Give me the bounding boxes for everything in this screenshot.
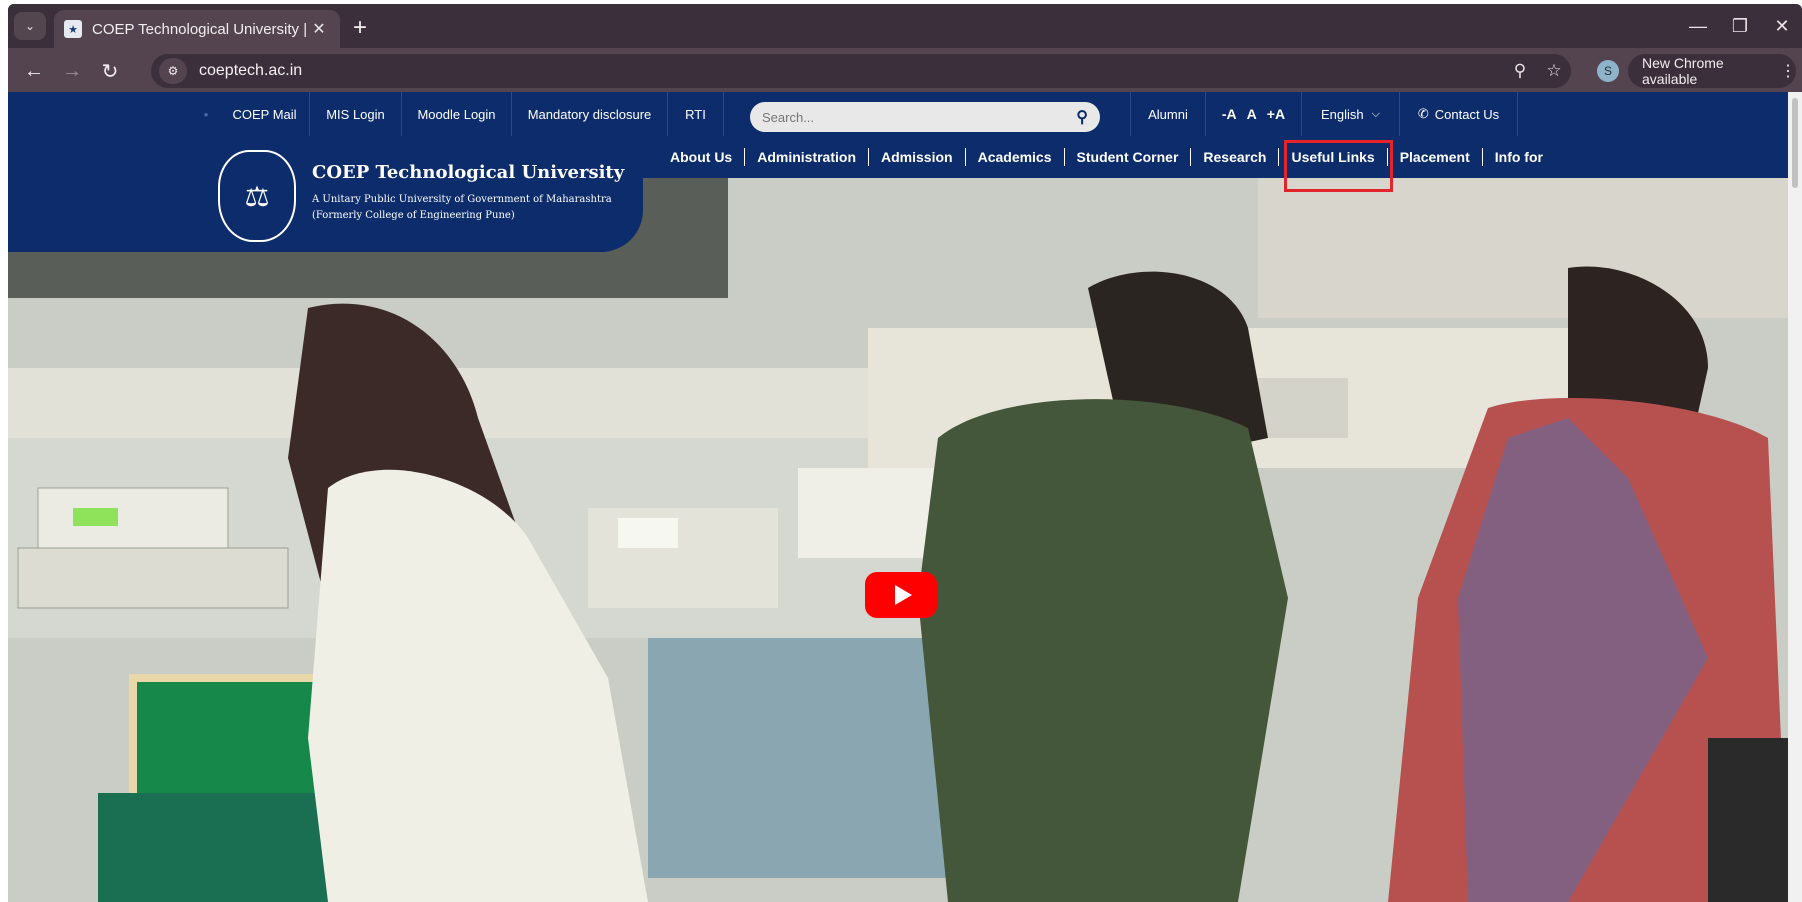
search-icon[interactable]: ⚲: [1076, 107, 1088, 127]
minimize-icon[interactable]: —: [1678, 12, 1718, 40]
language-label: English: [1321, 106, 1364, 122]
utility-bar: • COEP Mail MIS Login Moodle Login Manda…: [8, 92, 1788, 136]
scrollbar-thumb[interactable]: [1792, 98, 1798, 188]
bookmark-star-icon[interactable]: ☆: [1537, 56, 1571, 86]
browser-toolbar: ← → ↻ ⚙ coeptech.ac.in ⚲ ☆ S New Chrome …: [8, 48, 1802, 92]
font-normal-button[interactable]: A: [1247, 106, 1257, 122]
hero-scene-image: [8, 178, 1788, 902]
url-text[interactable]: coeptech.ac.in: [199, 62, 1503, 80]
reload-icon[interactable]: ↻: [94, 56, 126, 86]
nav-placement[interactable]: Placement: [1388, 148, 1483, 166]
new-tab-button[interactable]: +: [346, 14, 374, 42]
tab-search-button[interactable]: ⌄: [14, 12, 46, 40]
contact-us-label: Contact Us: [1434, 106, 1500, 122]
tab-title: COEP Technological University |: [92, 20, 308, 38]
chrome-update-button[interactable]: New Chrome available ⋮: [1628, 54, 1796, 88]
font-increase-button[interactable]: +A: [1267, 106, 1285, 122]
youtube-play-button[interactable]: [865, 572, 937, 618]
address-bar[interactable]: ⚙ coeptech.ac.in ⚲ ☆: [151, 54, 1571, 88]
util-link-alumni[interactable]: Alumni: [1130, 92, 1206, 136]
site-search-box[interactable]: ⚲: [750, 102, 1100, 132]
zoom-icon[interactable]: ⚲: [1503, 56, 1537, 86]
forward-arrow-icon[interactable]: →: [56, 56, 88, 86]
page-viewport: • COEP Mail MIS Login Moodle Login Manda…: [8, 92, 1802, 902]
profile-avatar[interactable]: S: [1597, 60, 1619, 82]
util-link-coep-mail[interactable]: COEP Mail: [220, 92, 310, 136]
university-subtitle: A Unitary Public University of Governmen…: [312, 192, 612, 224]
restore-icon[interactable]: ❐: [1720, 12, 1760, 40]
util-link-mis-login[interactable]: MIS Login: [310, 92, 402, 136]
active-tab[interactable]: ★ COEP Technological University | ✕: [54, 10, 340, 48]
font-decrease-button[interactable]: -A: [1222, 106, 1237, 122]
util-link-rti[interactable]: RTI: [668, 92, 724, 136]
nav-about-us[interactable]: About Us: [658, 148, 746, 166]
nav-student-corner[interactable]: Student Corner: [1065, 148, 1192, 166]
font-size-controls: -A A +A: [1206, 92, 1302, 136]
language-selector[interactable]: English ⌵: [1302, 92, 1400, 136]
logo-panel: ⚖ COEP Technological University A Unitar…: [8, 136, 643, 252]
university-subtitle-line-2: (Formerly College of Engineering Pune): [312, 210, 515, 221]
nav-info-for[interactable]: Info for: [1483, 148, 1555, 166]
university-name[interactable]: COEP Technological University: [312, 162, 624, 183]
main-nav-links: About Us Administration Admission Academ…: [658, 136, 1555, 178]
page-scrollbar[interactable]: [1788, 92, 1802, 902]
util-link-mandatory-disclosure[interactable]: Mandatory disclosure: [512, 92, 668, 136]
nav-academics[interactable]: Academics: [966, 148, 1065, 166]
close-window-icon[interactable]: ✕: [1762, 12, 1802, 40]
update-label: New Chrome available: [1642, 55, 1724, 87]
coep-favicon-icon: ★: [64, 20, 82, 38]
nav-admission[interactable]: Admission: [869, 148, 966, 166]
contact-us-link[interactable]: ✆ Contact Us: [1400, 92, 1518, 136]
nav-administration[interactable]: Administration: [745, 148, 869, 166]
chevron-down-icon: ⌄: [24, 19, 36, 33]
phone-icon: ✆: [1417, 106, 1429, 121]
util-link-moodle-login[interactable]: Moodle Login: [402, 92, 512, 136]
close-tab-icon[interactable]: ✕: [308, 18, 330, 40]
site-info-icon[interactable]: ⚙: [159, 58, 187, 84]
university-crest-logo[interactable]: ⚖: [218, 150, 296, 242]
back-arrow-icon[interactable]: ←: [18, 56, 50, 86]
tab-strip: ⌄ ★ COEP Technological University | ✕ + …: [8, 4, 1802, 48]
browser-window: ⌄ ★ COEP Technological University | ✕ + …: [8, 4, 1802, 902]
site-search-input[interactable]: [762, 109, 1077, 125]
play-icon: [894, 585, 912, 605]
useful-links-highlight: [1284, 140, 1393, 192]
dot-separator: •: [203, 106, 209, 122]
hero-video[interactable]: [8, 178, 1788, 902]
chevron-down-icon: ⌵: [1371, 107, 1380, 120]
nav-research[interactable]: Research: [1191, 148, 1280, 166]
university-subtitle-line-1: A Unitary Public University of Governmen…: [312, 194, 612, 205]
kebab-menu-icon[interactable]: ⋮: [1780, 61, 1796, 81]
